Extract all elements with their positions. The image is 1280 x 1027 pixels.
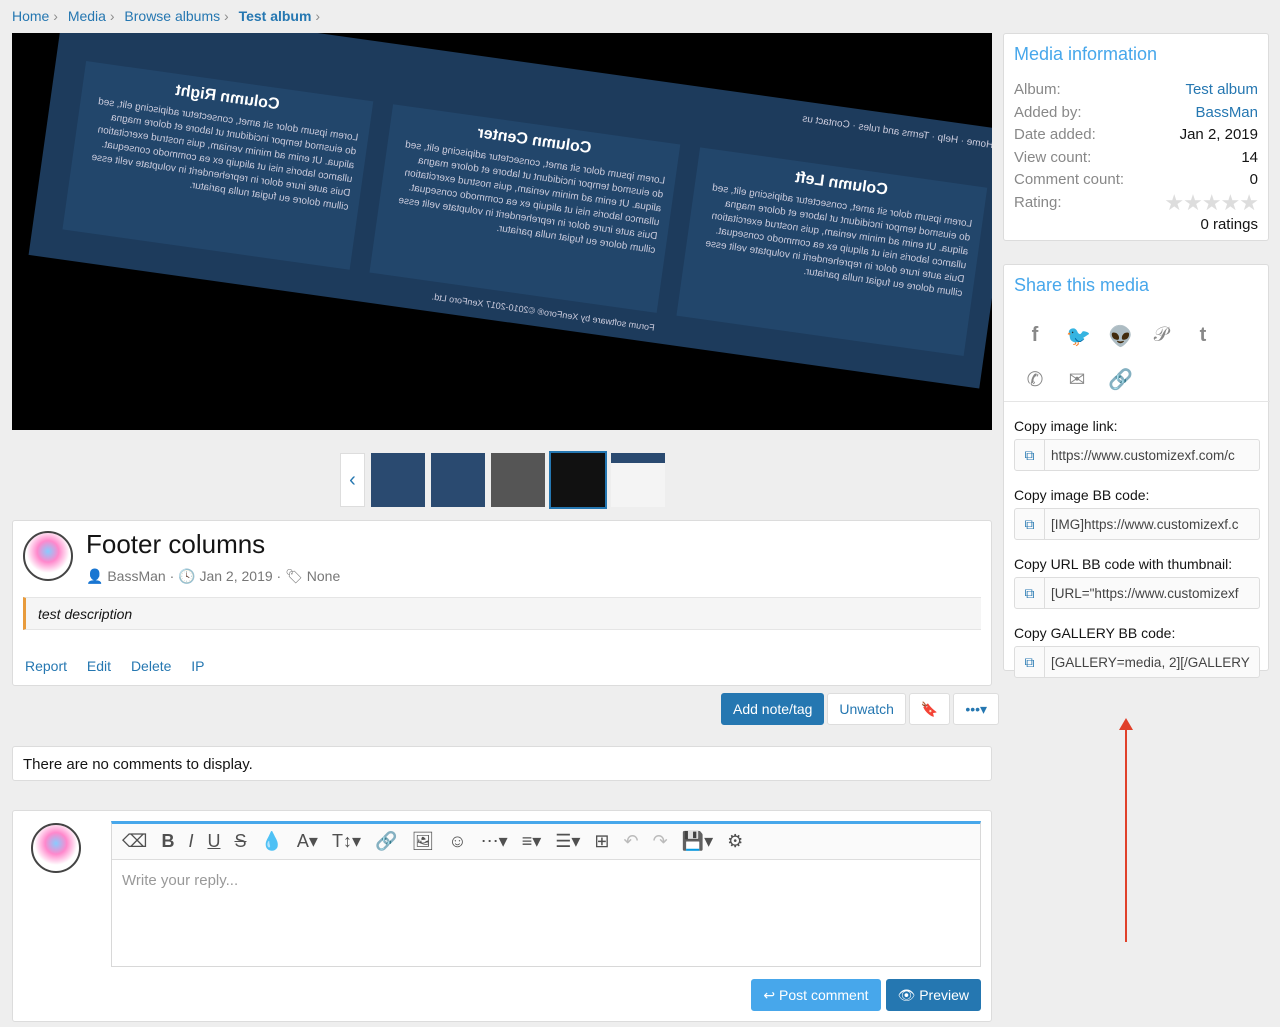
media-information: Media information Album: Test album Added… [1003, 33, 1269, 241]
gear-icon[interactable]: ⚙ [727, 831, 743, 852]
italic-icon[interactable]: I [188, 831, 193, 852]
thumbnail-strip: ‹ [340, 451, 665, 509]
unwatch-button[interactable]: Unwatch [827, 693, 906, 725]
breadcrumb-home[interactable]: Home [12, 8, 49, 24]
image-nav: Home · Help · Terms and rules · Contact … [801, 113, 992, 152]
breadcrumb-test-album[interactable]: Test album [239, 8, 312, 24]
copy-image-bbcode-field[interactable]: ⧉ [IMG]https://www.customizexf.c [1014, 508, 1260, 540]
tag-icon: 🏷 [285, 568, 303, 584]
ip-link[interactable]: IP [191, 658, 204, 674]
copy-icon: ⧉ [1015, 578, 1045, 608]
rating-stars[interactable]: ★★★★★ [1164, 191, 1259, 215]
bookmark-icon: 🔖 [920, 700, 939, 717]
album-link[interactable]: Test album [1185, 79, 1258, 102]
rich-text-editor[interactable]: ⌫ B I U S 💧 A▾ T↕▾ 🔗 🖼 ☺ ⋯▾ ≡▾ ☰▾ ⊞ ↶ ↷ 💾▾ ⚙ Write your re… [111, 821, 981, 967]
media-details: Footer columns 👤 BassMan · 🕓 Jan 2, 2019… [12, 520, 992, 686]
media-image: Home · Help · Terms and rules · Contact … [28, 33, 992, 389]
color-icon[interactable]: 💧 [260, 831, 282, 852]
media-meta: 👤 BassMan · 🕓 Jan 2, 2019 · 🏷 None [86, 568, 341, 584]
thumbnail-active[interactable] [549, 451, 607, 509]
copy-icon: ⧉ [1015, 440, 1045, 470]
smiley-icon[interactable]: ☺ [448, 831, 466, 852]
breadcrumb-browse-albums[interactable]: Browse albums [124, 8, 220, 24]
font-size-icon[interactable]: T↕▾ [332, 831, 361, 852]
avatar[interactable] [23, 531, 73, 581]
bookmark-button[interactable]: 🔖 [908, 693, 951, 725]
no-comments-message: There are no comments to display. [12, 746, 992, 781]
reply-form: ⌫ B I U S 💧 A▾ T↕▾ 🔗 🖼 ☺ ⋯▾ ≡▾ ☰▾ ⊞ ↶ ↷ 💾▾ ⚙ Write your re… [12, 810, 992, 1022]
more-icon[interactable]: ⋯▾ [481, 831, 508, 852]
image-icon[interactable]: 🖼 [411, 831, 434, 852]
thumbnail[interactable] [371, 453, 425, 507]
tumblr-icon[interactable]: t [1192, 324, 1214, 349]
thumbnail[interactable] [431, 453, 485, 507]
strikethrough-icon[interactable]: S [234, 831, 246, 852]
share-media: Share this media f 🐦 👽 𝒫 t ✆ ✉ 🔗 Copy im… [1003, 264, 1270, 678]
author-link[interactable]: BassMan [1195, 102, 1258, 125]
copy-icon: ⧉ [1015, 647, 1045, 677]
eraser-icon[interactable]: ⌫ [122, 831, 147, 852]
breadcrumb-media[interactable]: Media [68, 8, 106, 24]
annotation-arrow [1119, 718, 1133, 942]
post-comment-button[interactable]: ↩ Post comment [751, 979, 881, 1011]
avatar [31, 823, 81, 873]
more-options-button[interactable]: ••• ▾ [953, 693, 1000, 725]
delete-link[interactable]: Delete [131, 658, 171, 674]
report-link[interactable]: Report [25, 658, 67, 674]
user-icon: 👤 [86, 568, 104, 584]
undo-icon[interactable]: ↶ [624, 831, 639, 852]
font-icon[interactable]: A▾ [297, 831, 318, 852]
list-icon[interactable]: ☰▾ [555, 831, 580, 852]
media-info-title: Media information [1014, 44, 1158, 64]
link-icon[interactable]: 🔗 [1108, 367, 1133, 392]
edit-link[interactable]: Edit [87, 658, 111, 674]
reddit-icon[interactable]: 👽 [1108, 324, 1133, 349]
link-icon[interactable]: 🔗 [375, 831, 397, 852]
eye-icon: 👁 [897, 986, 916, 1003]
redo-icon[interactable]: ↷ [653, 831, 668, 852]
copy-gallery-bbcode-field[interactable]: ⧉ [GALLERY=media, 2][/GALLERY [1014, 646, 1260, 678]
reply-icon: ↩ [763, 986, 776, 1003]
editor-toolbar: ⌫ B I U S 💧 A▾ T↕▾ 🔗 🖼 ☺ ⋯▾ ≡▾ ☰▾ ⊞ ↶ ↷ 💾▾ ⚙ [112, 824, 980, 860]
thumbnail[interactable] [611, 453, 665, 507]
prev-thumbnails-button[interactable]: ‹ [340, 453, 365, 507]
table-icon[interactable]: ⊞ [594, 831, 609, 852]
copy-url-bbcode-field[interactable]: ⧉ [URL="https://www.customizexf [1014, 577, 1260, 609]
facebook-icon[interactable]: f [1024, 324, 1046, 349]
preview-button[interactable]: 👁 Preview [885, 979, 981, 1011]
media-title: Footer columns [86, 529, 266, 559]
copy-image-link-field[interactable]: ⧉ https://www.customizexf.com/c [1014, 439, 1260, 471]
reply-input[interactable]: Write your reply... [112, 860, 980, 901]
media-viewer[interactable]: Home · Help · Terms and rules · Contact … [12, 33, 992, 430]
clock-icon: 🕓 [178, 568, 196, 584]
drafts-icon[interactable]: 💾▾ [682, 831, 713, 852]
twitter-icon[interactable]: 🐦 [1066, 324, 1091, 349]
copy-icon: ⧉ [1015, 509, 1045, 539]
email-icon[interactable]: ✉ [1066, 367, 1088, 392]
add-note-tag-button[interactable]: Add note/tag [721, 693, 825, 725]
underline-icon[interactable]: U [207, 831, 220, 852]
align-icon[interactable]: ≡▾ [522, 831, 542, 852]
breadcrumb: Home › Media › Browse albums › Test albu… [12, 8, 320, 24]
whatsapp-icon[interactable]: ✆ [1024, 367, 1046, 392]
media-description: test description [23, 597, 981, 630]
bold-icon[interactable]: B [161, 831, 174, 852]
thumbnail[interactable] [491, 453, 545, 507]
pinterest-icon[interactable]: 𝒫 [1150, 324, 1172, 349]
